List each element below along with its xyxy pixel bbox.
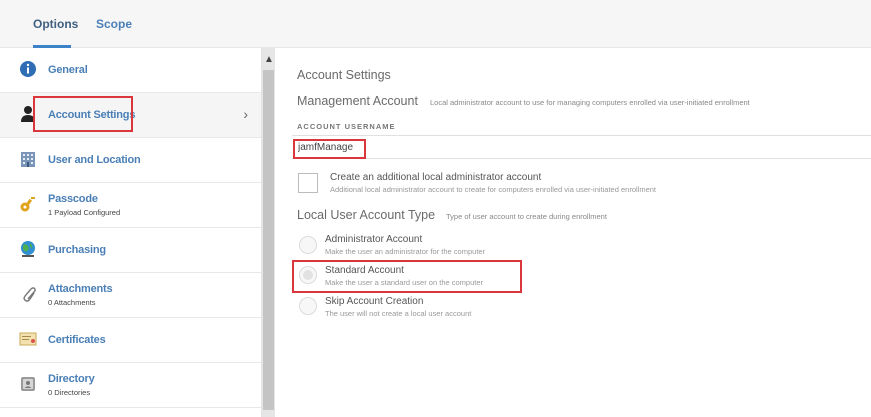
scroll-up-arrow-icon[interactable]: ▲ — [264, 55, 274, 65]
management-account-heading: Management Account — [297, 94, 418, 108]
sidebar-item-subtitle: 1 Payload Configured — [48, 208, 121, 217]
create-admin-description: Additional local administrator account t… — [330, 185, 656, 194]
page-title: Account Settings — [297, 68, 391, 82]
chevron-right-icon: › — [243, 106, 248, 122]
account-type-description: Type of user account to create during en… — [446, 212, 607, 221]
account-settings-panel: Account Settings Management Account Loca… — [276, 48, 871, 417]
sidebar-item-label: Certificates — [48, 334, 106, 346]
sidebar-item-label: Directory — [48, 373, 95, 385]
paperclip-icon — [19, 285, 37, 303]
sidebar-item-subtitle: 0 Directories — [48, 388, 91, 397]
sidebar-item-purchasing[interactable]: Purchasing — [0, 228, 261, 273]
account-username-label: ACCOUNT USERNAME — [297, 122, 396, 131]
annotation-highlight-username — [293, 139, 366, 159]
radio-skip-account-creation[interactable] — [299, 297, 317, 315]
tab-scope[interactable]: Scope — [96, 17, 132, 31]
certificate-icon — [19, 330, 37, 348]
account-username-row — [292, 135, 871, 159]
sidebar-item-label: Passcode — [48, 193, 98, 205]
annotation-highlight-standard-account — [292, 260, 522, 293]
management-account-description: Local administrator account to use for m… — [430, 98, 750, 107]
sidebar-item-label: General — [48, 64, 88, 76]
sidebar-item-certificates[interactable]: Certificates — [0, 318, 261, 363]
account-type-heading: Local User Account Type — [297, 208, 436, 222]
radio-administrator-account[interactable] — [299, 236, 317, 254]
sidebar-item-attachments[interactable]: Attachments 0 Attachments — [0, 273, 261, 318]
annotation-highlight-account-settings — [33, 96, 133, 132]
create-admin-checkbox[interactable] — [298, 173, 318, 193]
radio-label: Skip Account Creation — [325, 296, 424, 307]
sidebar-item-subtitle: 0 Attachments — [48, 298, 96, 307]
payload-sidebar: General Account Settings › User and Loca… — [0, 48, 262, 417]
directory-icon — [19, 375, 37, 393]
radio-description: The user will not create a local user ac… — [325, 309, 472, 318]
sidebar-item-label: User and Location — [48, 154, 141, 166]
globe-icon — [19, 240, 37, 258]
sidebar-item-label: Attachments — [48, 283, 113, 295]
create-admin-label: Create an additional local administrator… — [330, 172, 542, 183]
sidebar-item-passcode[interactable]: Passcode 1 Payload Configured — [0, 183, 261, 228]
sidebar-item-label: Purchasing — [48, 244, 106, 256]
info-icon — [19, 60, 37, 78]
scrollbar-thumb[interactable] — [263, 70, 274, 410]
sidebar-item-directory[interactable]: Directory 0 Directories — [0, 363, 261, 408]
sidebar-scrollbar[interactable]: ▲ — [262, 48, 275, 417]
building-icon — [19, 150, 37, 168]
key-icon — [19, 195, 37, 213]
radio-description: Make the user an administrator for the c… — [325, 247, 486, 256]
tab-bar: Options Scope — [0, 0, 871, 48]
sidebar-item-user-and-location[interactable]: User and Location — [0, 138, 261, 183]
radio-label: Administrator Account — [325, 234, 423, 245]
sidebar-item-general[interactable]: General — [0, 48, 261, 93]
tab-options[interactable]: Options — [33, 17, 78, 31]
